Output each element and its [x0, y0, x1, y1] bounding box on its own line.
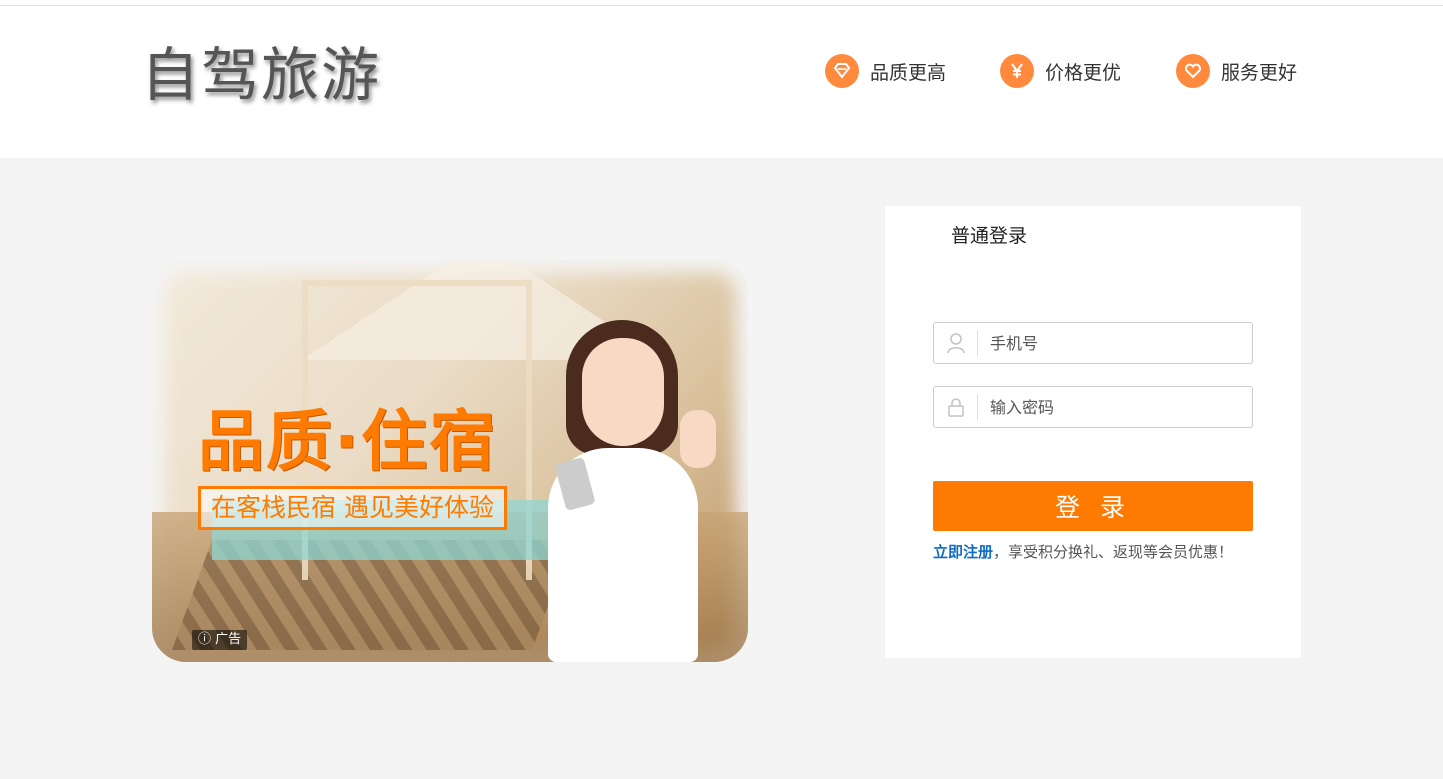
model-hand: [680, 410, 716, 468]
model-face: [582, 338, 664, 446]
ad-badge-label: 广告: [215, 632, 242, 647]
feature-price: 价格更优: [1000, 54, 1121, 88]
feature-label-price: 价格更优: [1045, 61, 1122, 84]
feature-label-service: 服务更好: [1221, 61, 1298, 84]
register-line: 立即注册，享受积分换礼、返现等会员优惠！: [933, 541, 1233, 562]
feature-service: 服务更好: [1176, 54, 1297, 88]
main-content: 品质·住宿 在客栈民宿 遇见美好体验 ⓘ 广告 普通登录 手机号 登 录 立即注…: [0, 158, 1443, 779]
password-input[interactable]: [978, 388, 1238, 426]
register-link[interactable]: 立即注册: [933, 543, 993, 561]
phone-field[interactable]: [933, 322, 1253, 364]
site-logo[interactable]: 自驾旅游: [141, 46, 381, 104]
diamond-icon: [825, 54, 859, 88]
feature-quality: 品质更高: [825, 54, 946, 88]
heart-icon: [1176, 54, 1210, 88]
login-button[interactable]: 登 录: [933, 481, 1253, 531]
ad-badge: ⓘ 广告: [192, 630, 248, 650]
yen-icon: [1000, 54, 1034, 88]
tab-normal-login[interactable]: 普通登录: [951, 221, 1027, 248]
site-header: 自驾旅游 品质更高 价格更优 服务更好: [0, 6, 1443, 158]
register-benefit-text: ，享受积分换礼、返现等会员优惠！: [993, 543, 1234, 561]
password-field[interactable]: [933, 386, 1253, 428]
feature-label-quality: 品质更高: [870, 61, 947, 84]
user-icon: [934, 322, 977, 364]
ad-banner[interactable]: 品质·住宿 在客栈民宿 遇见美好体验 ⓘ 广告: [152, 260, 748, 662]
lock-icon: [934, 386, 977, 428]
ad-info-icon: ⓘ: [198, 632, 216, 647]
phone-input[interactable]: [978, 324, 1238, 362]
banner-title: 品质·住宿: [198, 403, 498, 480]
banner-subtitle: 在客栈民宿 遇见美好体验: [198, 486, 507, 530]
login-panel: 普通登录 登 录 立即注册，享受积分换礼、返现等会员优惠！: [885, 206, 1301, 658]
banner-model: [530, 320, 730, 662]
